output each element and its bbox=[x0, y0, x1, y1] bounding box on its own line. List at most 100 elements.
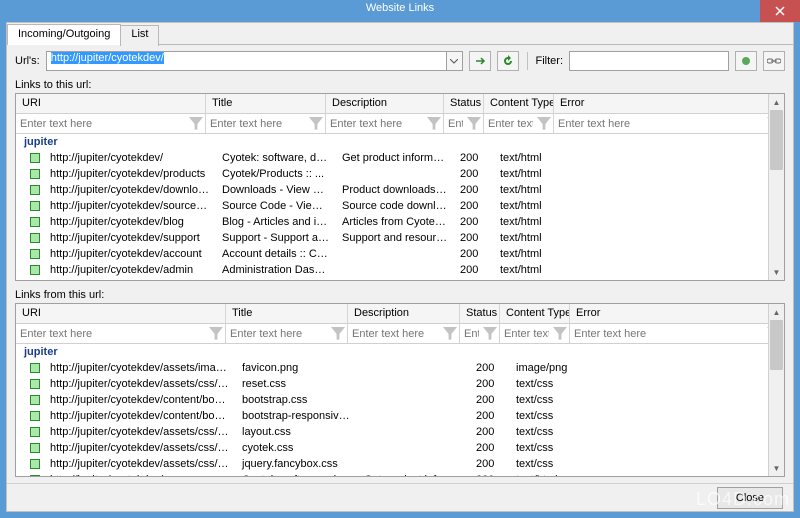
col-status[interactable]: Status bbox=[444, 94, 484, 113]
page-icon bbox=[30, 379, 40, 389]
cell-title: Source Code - View an... bbox=[216, 200, 336, 212]
cell-uri: http://jupiter/cyotekdev/content/bootstr… bbox=[44, 410, 236, 422]
filter-status[interactable] bbox=[444, 115, 467, 133]
scroll-up-icon[interactable]: ▲ bbox=[769, 94, 784, 110]
scroll-down-icon[interactable]: ▼ bbox=[769, 460, 784, 476]
filter-icon[interactable] bbox=[483, 327, 497, 341]
scrollbar[interactable]: ▲ ▼ bbox=[768, 304, 784, 476]
filter-icon[interactable] bbox=[537, 117, 551, 131]
go-button[interactable] bbox=[469, 51, 491, 71]
grid-header: URI Title Description Status Content Typ… bbox=[16, 304, 784, 324]
table-row[interactable]: http://jupiter/cyotekdev/assets/css/rese… bbox=[16, 376, 784, 392]
url-dropdown[interactable] bbox=[447, 51, 463, 71]
filter-icon[interactable] bbox=[443, 327, 457, 341]
col-description[interactable]: Description bbox=[326, 94, 444, 113]
cell-title: Account details :: Cyot... bbox=[216, 248, 336, 260]
scroll-thumb[interactable] bbox=[770, 110, 783, 170]
table-row[interactable]: http://jupiter/cyotekdev/downloadsDownlo… bbox=[16, 182, 784, 198]
col-description[interactable]: Description bbox=[348, 304, 460, 323]
col-error[interactable]: Error bbox=[570, 304, 784, 323]
page-icon bbox=[30, 201, 40, 211]
col-title[interactable]: Title bbox=[226, 304, 348, 323]
col-content-type[interactable]: Content Type bbox=[500, 304, 570, 323]
filter-icon[interactable] bbox=[309, 117, 323, 131]
cell-status: 200 bbox=[454, 248, 494, 260]
group-jupiter[interactable]: jupiter bbox=[16, 344, 784, 360]
table-row[interactable]: http://jupiter/cyotekdev/Cyotek: softwar… bbox=[16, 472, 784, 477]
page-icon bbox=[30, 475, 40, 477]
table-row[interactable]: http://jupiter/cyotekdev/source-codeSour… bbox=[16, 198, 784, 214]
col-uri[interactable]: URI bbox=[16, 94, 206, 113]
table-row[interactable]: http://jupiter/cyotekdev/content/bootstr… bbox=[16, 392, 784, 408]
cell-title: bootstrap.css bbox=[236, 394, 358, 406]
link-button[interactable] bbox=[763, 51, 785, 71]
filter-ct[interactable] bbox=[500, 325, 553, 343]
col-status[interactable]: Status bbox=[460, 304, 500, 323]
filter-icon[interactable] bbox=[553, 327, 567, 341]
scroll-down-icon[interactable]: ▼ bbox=[769, 264, 784, 280]
table-row[interactable]: http://jupiter/cyotekdev/productsCyotek/… bbox=[16, 166, 784, 182]
cell-title: Blog - Articles and inf... bbox=[216, 216, 336, 228]
group-jupiter[interactable]: jupiter bbox=[16, 134, 784, 150]
cell-status: 200 bbox=[470, 362, 510, 374]
filter-err[interactable] bbox=[570, 325, 767, 343]
links-to-label: Links to this url: bbox=[7, 77, 793, 93]
filter-icon[interactable] bbox=[189, 117, 203, 131]
filter-title[interactable] bbox=[226, 325, 331, 343]
table-row[interactable]: http://jupiter/cyotekdev/home/versionhi.… bbox=[16, 278, 784, 281]
table-row[interactable]: http://jupiter/cyotekdev/assets/images/f… bbox=[16, 360, 784, 376]
url-input[interactable]: http://jupiter/cyotekdev/ bbox=[46, 51, 447, 71]
col-title[interactable]: Title bbox=[206, 94, 326, 113]
scroll-up-icon[interactable]: ▲ bbox=[769, 304, 784, 320]
filter-desc[interactable] bbox=[348, 325, 443, 343]
tab-incoming-outgoing[interactable]: Incoming/Outgoing bbox=[7, 24, 121, 45]
scrollbar[interactable]: ▲ ▼ bbox=[768, 94, 784, 280]
filter-title[interactable] bbox=[206, 115, 309, 133]
filter-uri[interactable] bbox=[16, 115, 189, 133]
cell-uri: http://jupiter/cyotekdev/assets/css/layo… bbox=[44, 426, 236, 438]
links-from-label: Links from this url: bbox=[7, 287, 793, 303]
table-row[interactable]: http://jupiter/cyotekdev/adminAdministra… bbox=[16, 262, 784, 278]
filter-apply-button[interactable] bbox=[735, 51, 757, 71]
cell-uri: http://jupiter/cyotekdev/home/versionhi.… bbox=[44, 280, 216, 281]
filter-uri[interactable] bbox=[16, 325, 209, 343]
filter-icon[interactable] bbox=[467, 117, 481, 131]
filter-icon[interactable] bbox=[331, 327, 345, 341]
table-row[interactable]: http://jupiter/cyotekdev/blogBlog - Arti… bbox=[16, 214, 784, 230]
table-row[interactable]: http://jupiter/cyotekdev/assets/css/layo… bbox=[16, 424, 784, 440]
filter-icon[interactable] bbox=[209, 327, 223, 341]
titlebar: Website Links bbox=[0, 0, 800, 16]
filter-ct[interactable] bbox=[484, 115, 537, 133]
cell-desc: Source code downloa... bbox=[336, 200, 454, 212]
table-row[interactable]: http://jupiter/cyotekdev/assets/css/cyot… bbox=[16, 440, 784, 456]
table-row[interactable]: http://jupiter/cyotekdev/supportSupport … bbox=[16, 230, 784, 246]
tab-list[interactable]: List bbox=[120, 25, 159, 46]
cell-title: cyotek.css bbox=[236, 442, 358, 454]
filter-err[interactable] bbox=[554, 115, 767, 133]
page-icon bbox=[30, 233, 40, 243]
cell-title: Version History :: Cyot... bbox=[216, 280, 336, 281]
links-to-grid: URI Title Description Status Content Typ… bbox=[15, 93, 785, 281]
col-uri[interactable]: URI bbox=[16, 304, 226, 323]
close-dialog-button[interactable]: Close bbox=[717, 487, 783, 509]
window: Website Links Incoming/Outgoing List Url… bbox=[0, 0, 800, 518]
filter-icon[interactable] bbox=[427, 117, 441, 131]
cell-status: 200 bbox=[470, 410, 510, 422]
table-row[interactable]: http://jupiter/cyotekdev/content/bootstr… bbox=[16, 408, 784, 424]
filter-input[interactable] bbox=[569, 51, 729, 71]
table-row[interactable]: http://jupiter/cyotekdev/assets/css/jque… bbox=[16, 456, 784, 472]
scroll-thumb[interactable] bbox=[770, 320, 783, 370]
filter-status[interactable] bbox=[460, 325, 483, 343]
cell-status: 200 bbox=[454, 264, 494, 276]
cell-uri: http://jupiter/cyotekdev/assets/css/cyot… bbox=[44, 442, 236, 454]
grid-filter-row bbox=[16, 114, 784, 134]
table-row[interactable]: http://jupiter/cyotekdev/accountAccount … bbox=[16, 246, 784, 262]
col-content-type[interactable]: Content Type bbox=[484, 94, 554, 113]
table-row[interactable]: http://jupiter/cyotekdev/Cyotek: softwar… bbox=[16, 150, 784, 166]
close-button[interactable] bbox=[760, 0, 800, 22]
filter-desc[interactable] bbox=[326, 115, 427, 133]
cell-status: 200 bbox=[454, 232, 494, 244]
refresh-button[interactable] bbox=[497, 51, 519, 71]
col-error[interactable]: Error bbox=[554, 94, 784, 113]
cell-content-type: text/html bbox=[494, 168, 564, 180]
